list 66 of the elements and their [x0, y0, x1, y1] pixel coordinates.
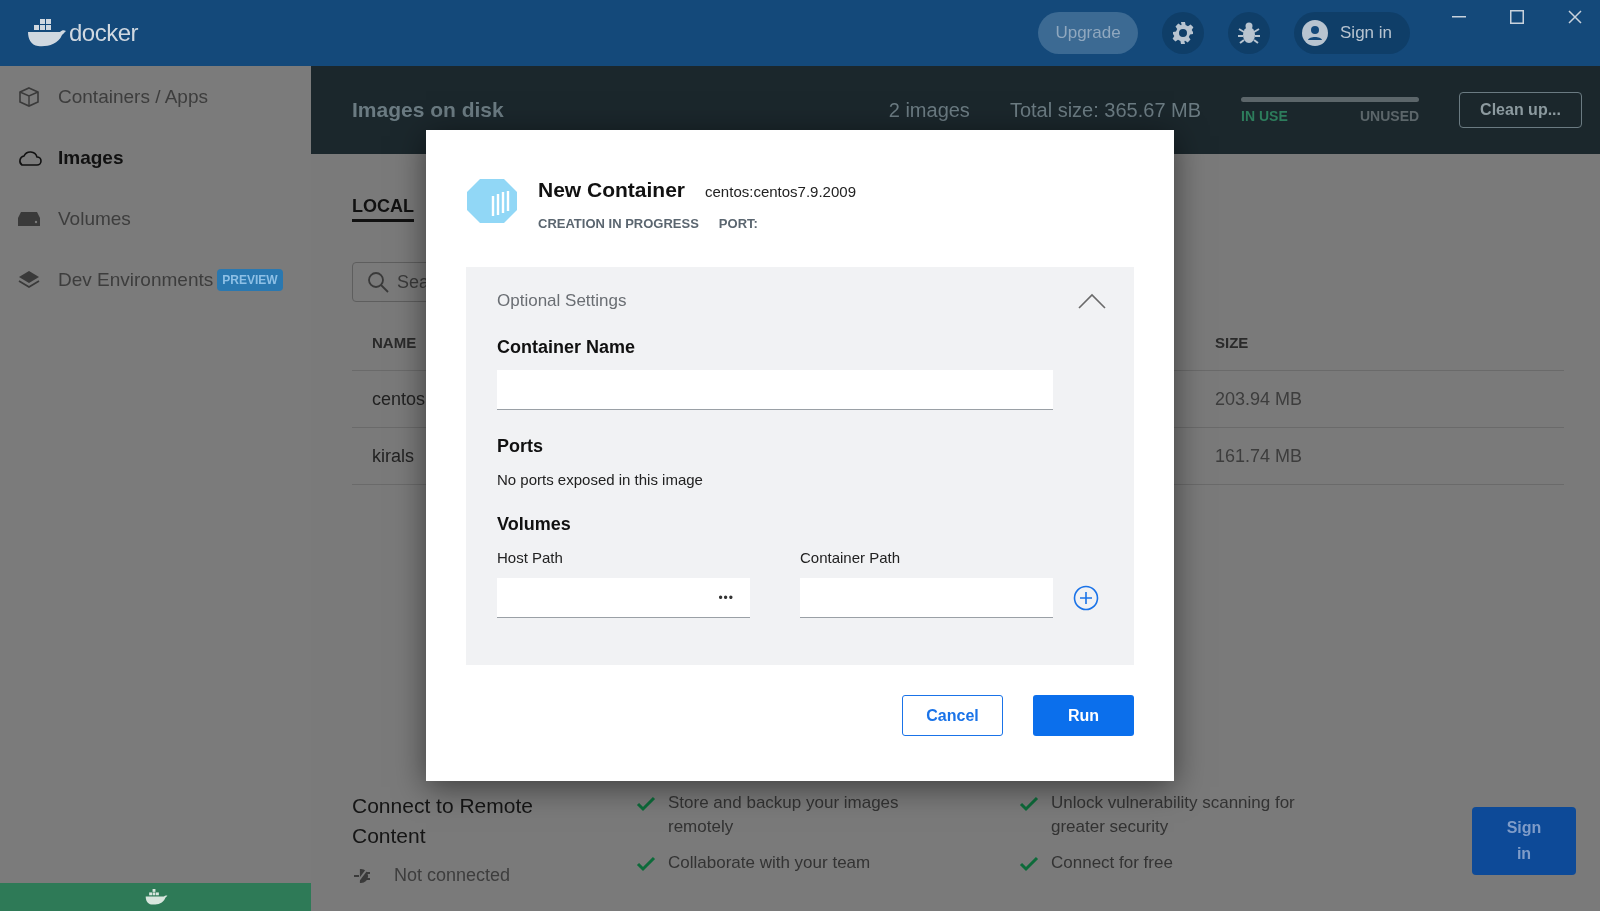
upgrade-button[interactable]: Upgrade [1038, 12, 1138, 54]
feature-text: Unlock vulnerability scanning for greater security [1051, 792, 1296, 838]
whale-icon [26, 19, 66, 47]
user-icon [1302, 20, 1328, 46]
column-header: SIZE [1215, 333, 1250, 351]
clean-up-button[interactable]: Clean up... [1459, 92, 1582, 128]
drive-icon [16, 211, 42, 226]
field-label: Ports [497, 436, 544, 457]
feature-text: Connect for free [1051, 852, 1173, 874]
browse-button[interactable]: ••• [718, 590, 734, 605]
sidebar-item[interactable]: Containers / Apps [0, 66, 311, 127]
sign-in-button[interactable]: Sign in [1294, 12, 1410, 54]
search-icon [367, 271, 389, 293]
host-path-field[interactable]: ••• [497, 578, 750, 618]
bug-button[interactable] [1228, 12, 1270, 54]
container-name-field[interactable] [497, 370, 1053, 410]
add-icon[interactable] [1073, 585, 1099, 611]
table-cell-text: 161.74 MB [1215, 445, 1304, 467]
maximize-icon[interactable] [1510, 10, 1524, 24]
sidebar-item[interactable]: Images [0, 127, 311, 188]
unused-label: UNUSED [1359, 107, 1420, 124]
field-label: Container Name [497, 337, 637, 358]
sign-in-button[interactable]: Sign in [1472, 807, 1576, 875]
dialog-title: New Container [538, 178, 686, 202]
container-path-field[interactable] [800, 578, 1053, 618]
close-icon[interactable] [1568, 10, 1582, 24]
box-icon [16, 85, 42, 108]
ports-text: No ports exposed in this image [497, 471, 704, 488]
column-header: NAME [372, 333, 417, 351]
field-label: Volumes [497, 514, 572, 535]
settings-icon [1171, 21, 1195, 45]
layers-icon [16, 269, 42, 290]
feature-text: Collaborate with your team [668, 852, 871, 874]
container-icon [466, 178, 518, 224]
container-path-label: Container Path [800, 549, 902, 566]
image-name: centos:centos7.9.2009 [705, 183, 856, 200]
chevron-icon[interactable] [1078, 293, 1106, 309]
tab[interactable]: LOCAL [352, 196, 414, 222]
run-button[interactable]: Run [1033, 695, 1134, 736]
connection-status: Not connected [394, 865, 511, 886]
feature-text: Store and backup your images remotely [668, 792, 900, 838]
cloud-icon [16, 148, 42, 167]
whale-icon [143, 889, 168, 905]
sidebar-item[interactable]: Dev Environments PREVIEW [0, 249, 311, 310]
status-label: CREATION IN PROGRESS [538, 216, 699, 231]
check-icon [1019, 796, 1039, 812]
remote-title: Connect to Remote Content [352, 793, 534, 849]
table-cell: kirals [372, 445, 414, 467]
check-icon [1019, 856, 1039, 872]
section-title: Optional Settings [497, 291, 627, 311]
sidebar-item[interactable]: Volumes [0, 188, 311, 249]
table-cell-text: 203.94 MB [1215, 388, 1304, 410]
image-count: 2 images [888, 98, 970, 122]
bug-icon [1236, 20, 1262, 46]
check-icon [636, 796, 656, 812]
host-path-label: Host Path [497, 549, 564, 566]
logo-text: docker [69, 19, 139, 47]
table-cell: centos [372, 388, 426, 410]
port-label: PORT: [718, 216, 758, 231]
page-title: Images on disk [352, 98, 504, 122]
in-use-label: IN USE [1241, 107, 1288, 124]
preview-badge: PREVIEW [217, 268, 283, 291]
total-size: Total size: 365.67 MB [1009, 98, 1202, 122]
check-icon [636, 856, 656, 872]
settings-button[interactable] [1162, 12, 1204, 54]
cancel-button[interactable]: Cancel [902, 695, 1003, 736]
